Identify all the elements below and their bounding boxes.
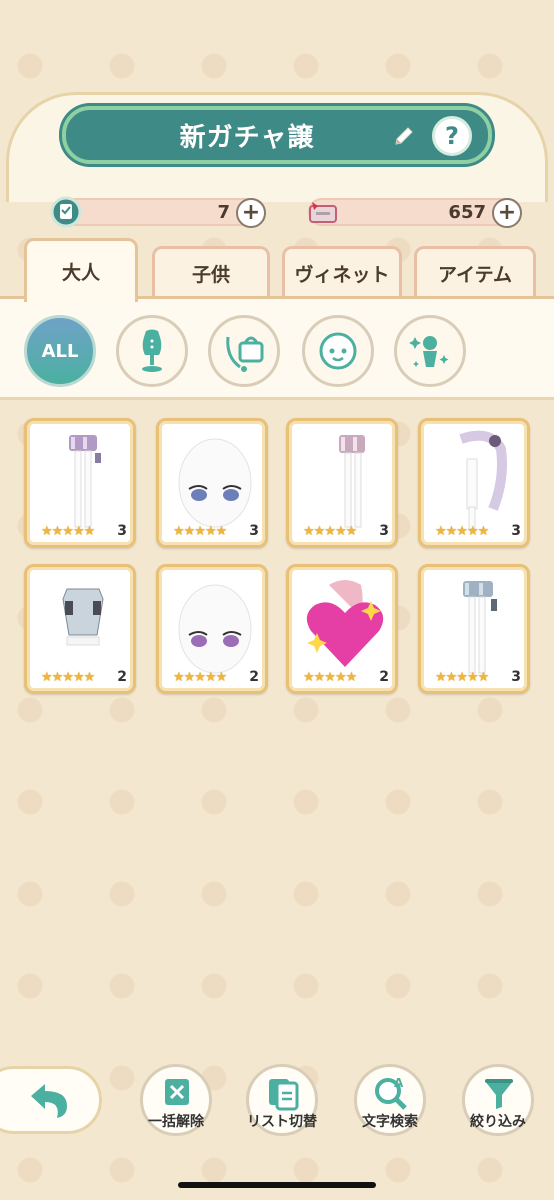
vest-top-thumbnail <box>62 588 104 646</box>
heart-sparkle-thumbnail <box>306 580 384 667</box>
outfit-legs-thumbnail <box>463 581 497 674</box>
rarity-stars: ★★★★★ <box>435 670 489 685</box>
category-filter-bar: ALL <box>0 296 554 400</box>
ticket-count: 7 <box>217 202 230 223</box>
add-gem-button[interactable]: + <box>492 198 522 228</box>
item-card[interactable]: ★★★★★ 3 <box>286 418 398 548</box>
plus-icon: + <box>241 200 261 225</box>
item-count: 3 <box>249 523 259 539</box>
item-count: 3 <box>511 523 521 539</box>
ticket-counter: 7 + <box>50 196 266 228</box>
list-switch-label: リスト切替 <box>247 1114 317 1130</box>
face-thumbnail <box>178 438 252 528</box>
back-arrow-icon <box>31 1084 67 1118</box>
face-icon <box>319 332 357 370</box>
tab-adult[interactable]: 大人 <box>24 238 138 302</box>
list-switch-icon <box>269 1079 299 1111</box>
text-search-label: 文字検索 <box>362 1114 418 1130</box>
item-count: 2 <box>379 669 389 685</box>
mannequin-icon <box>142 329 162 372</box>
item-card[interactable]: ★★★★★ 3 <box>418 418 530 548</box>
svg-text:A: A <box>394 1076 404 1090</box>
rarity-stars: ★★★★★ <box>435 524 489 539</box>
title-banner: 新ガチャ譲 ? <box>62 106 492 164</box>
filter-funnel-icon <box>485 1079 513 1109</box>
ticket-icon <box>50 196 82 228</box>
deselect-icon <box>165 1079 189 1105</box>
plus-icon: + <box>497 200 517 225</box>
page-title: 新ガチャ譲 <box>179 122 315 153</box>
gem-counter: 657 + <box>308 198 522 228</box>
help-button[interactable]: ? <box>432 116 472 156</box>
item-count: 3 <box>379 523 389 539</box>
filter-face-button[interactable] <box>302 315 374 387</box>
filter-button[interactable]: 絞り込み <box>462 1064 534 1136</box>
item-card[interactable]: ★★★★★ 2 <box>24 564 136 694</box>
outfit-legs-thumbnail <box>339 435 365 528</box>
text-search-button[interactable]: A 文字検索 <box>354 1064 426 1136</box>
filter-outfit-button[interactable] <box>116 315 188 387</box>
sparkle-figure-icon <box>409 336 449 367</box>
rarity-stars: ★★★★★ <box>303 670 357 685</box>
tab-child[interactable]: 子供 <box>152 246 270 298</box>
tab-item[interactable]: アイテム <box>414 246 536 298</box>
rarity-stars: ★★★★★ <box>173 524 227 539</box>
back-button[interactable] <box>0 1066 102 1134</box>
pencil-icon[interactable] <box>392 124 416 148</box>
hair-body-thumbnail <box>459 430 507 530</box>
rarity-stars: ★★★★★ <box>173 670 227 685</box>
rarity-stars: ★★★★★ <box>41 670 95 685</box>
deselect-label: 一括解除 <box>148 1114 204 1130</box>
outfit-legs-thumbnail <box>69 435 101 528</box>
item-count: 3 <box>511 669 521 685</box>
filter-label: 絞り込み <box>470 1114 526 1130</box>
item-card[interactable]: ★★★★★ 2 <box>286 564 398 694</box>
item-card[interactable]: ★★★★★ 3 <box>156 418 268 548</box>
item-count: 2 <box>117 669 127 685</box>
question-icon: ? <box>445 122 459 150</box>
text-search-icon: A <box>375 1076 407 1110</box>
gem-count: 657 <box>448 202 486 223</box>
item-card[interactable]: ★★★★★ 3 <box>24 418 136 548</box>
add-ticket-button[interactable]: + <box>236 198 266 228</box>
home-indicator <box>178 1182 376 1188</box>
item-count: 2 <box>249 669 259 685</box>
gem-card-icon <box>309 202 337 223</box>
face-thumbnail <box>178 584 252 674</box>
list-switch-button[interactable]: リスト切替 <box>246 1064 318 1136</box>
filter-all-label: ALL <box>41 340 79 362</box>
item-card[interactable]: ★★★★★ 2 <box>156 564 268 694</box>
rarity-stars: ★★★★★ <box>41 524 95 539</box>
filter-all-button[interactable]: ALL <box>24 315 96 387</box>
tab-vignette[interactable]: ヴィネット <box>282 246 402 298</box>
filter-effect-button[interactable] <box>394 315 466 387</box>
filter-accessory-button[interactable] <box>208 315 280 387</box>
item-card[interactable]: ★★★★★ 3 <box>418 564 530 694</box>
item-count: 3 <box>117 523 127 539</box>
deselect-all-button[interactable]: 一括解除 <box>140 1064 212 1136</box>
rarity-stars: ★★★★★ <box>303 524 357 539</box>
handbag-icon <box>226 336 264 372</box>
